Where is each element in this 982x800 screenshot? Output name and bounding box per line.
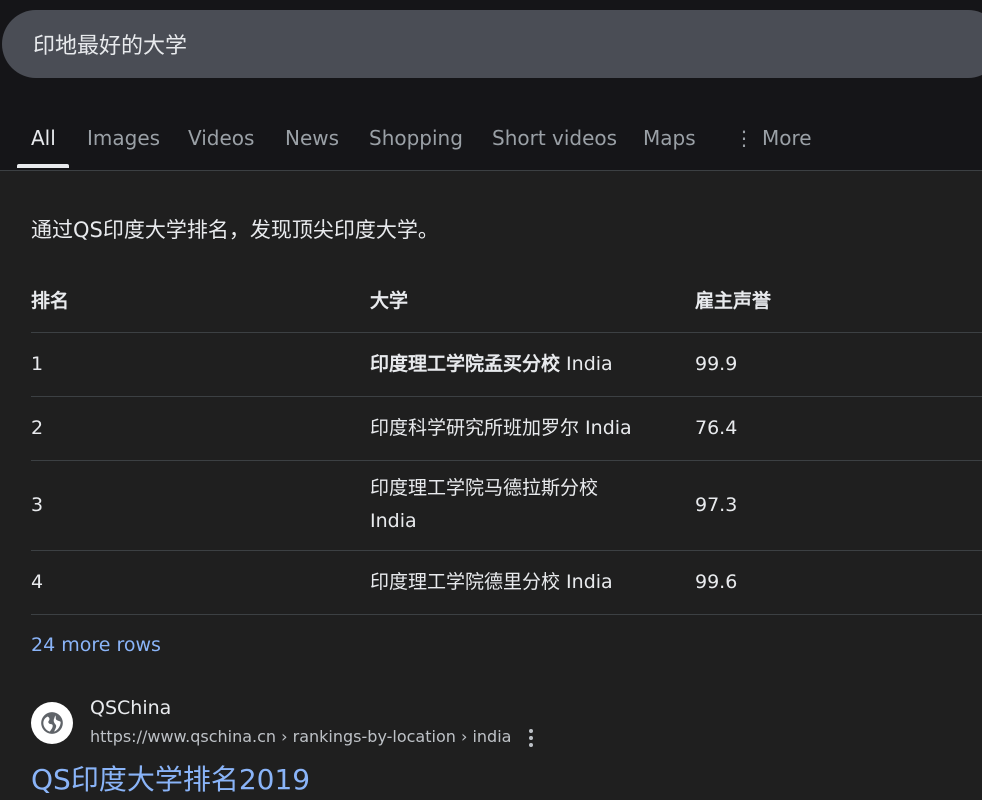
tab-videos[interactable]: Videos [188,126,254,150]
university-country: India [370,510,417,532]
search-tabs: All Images Videos News Shopping Short vi… [0,112,982,171]
globe-icon [41,712,63,734]
table-row: 1 印度理工学院孟买分校 India 99.9 [31,333,982,397]
score-cell: 97.3 [695,494,738,516]
score-cell: 99.6 [695,571,738,593]
table-row: 2 印度科学研究所班加罗尔 India 76.4 [31,397,982,461]
snippet-intro: 通过QS印度大学排名，发现顶尖印度大学。 [31,218,439,242]
site-url[interactable]: https://www.qschina.cn › rankings-by-loc… [90,727,511,746]
more-vert-icon: ⋮ [734,126,754,150]
site-favicon[interactable] [31,702,73,744]
university-country: India [560,353,613,375]
tab-shopping[interactable]: Shopping [369,126,463,150]
tab-news[interactable]: News [285,126,339,150]
site-name[interactable]: QSChina [90,697,171,719]
search-header: 印地最好的大学 [0,0,982,112]
table-row: 4 印度理工学院德里分校 India 99.6 [31,551,982,615]
tab-more[interactable]: ⋮ More [734,126,812,150]
header-rank: 排名 [31,290,70,312]
rank-cell: 1 [31,353,44,375]
university-name: 印度理工学院马德拉斯分校 [370,477,599,499]
score-cell: 99.9 [695,353,738,375]
table-header: 排名 大学 雇主声誉 [31,270,982,333]
tab-more-label: More [762,126,812,150]
table-row: 3 印度理工学院马德拉斯分校 India 97.3 [31,461,982,551]
header-employer-reputation: 雇主声誉 [695,290,772,312]
university-name: 印度科学研究所班加罗尔 [370,417,580,439]
university-cell: 印度理工学院孟买分校 India [370,348,660,381]
active-tab-indicator [17,164,69,168]
tab-all[interactable]: All [31,126,56,150]
rank-cell: 2 [31,417,44,439]
more-options-icon[interactable] [522,727,540,749]
tab-images[interactable]: Images [87,126,160,150]
university-country: India [560,571,613,593]
search-query: 印地最好的大学 [33,34,188,59]
university-name: 印度理工学院孟买分校 [370,353,561,375]
search-input[interactable]: 印地最好的大学 [2,10,982,78]
tab-maps[interactable]: Maps [643,126,696,150]
ranking-table: 排名 大学 雇主声誉 1 印度理工学院孟买分校 India 99.9 2 印度科… [31,270,982,615]
university-country: India [579,417,632,439]
header-university: 大学 [370,290,409,312]
score-cell: 76.4 [695,417,738,439]
result-title-link[interactable]: QS印度大学排名2019 [31,758,310,798]
rank-cell: 4 [31,571,44,593]
tab-short-videos[interactable]: Short videos [492,126,617,150]
university-name: 印度理工学院德里分校 [370,571,561,593]
university-cell: 印度理工学院德里分校 India [370,566,660,599]
university-cell: 印度科学研究所班加罗尔 India [370,412,660,445]
more-rows-link[interactable]: 24 more rows [31,634,161,656]
university-cell: 印度理工学院马德拉斯分校 India [370,472,660,538]
rank-cell: 3 [31,494,44,516]
